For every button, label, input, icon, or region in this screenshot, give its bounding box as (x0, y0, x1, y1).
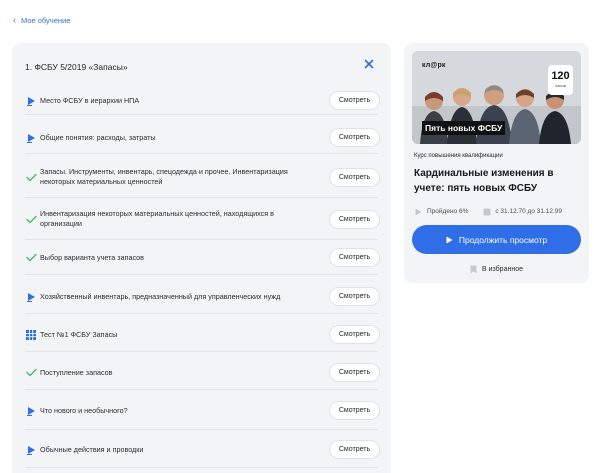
cover-brand-logo: кл@рк (422, 62, 446, 69)
progress-play-icon (414, 207, 423, 216)
lesson-title: Обычные действия и проводки (40, 444, 144, 454)
chevron-left-icon: ‹ (13, 15, 16, 25)
watch-button[interactable]: Смотреть (329, 401, 380, 420)
lesson-title: Выбор варианта учета запасов (40, 252, 144, 262)
cover-hours-unit: часов (555, 83, 566, 88)
divider (25, 274, 378, 275)
bookmark-icon (470, 265, 477, 274)
watch-button[interactable]: Смотреть (329, 248, 380, 267)
divider (25, 239, 378, 240)
lesson-title: Хозяйственный инвентарь, предназначенный… (40, 291, 281, 301)
lesson-title: Инвентаризация некоторых материальных це… (40, 209, 274, 228)
add-to-favorites-button[interactable]: В избранное (412, 265, 581, 274)
divider (25, 153, 378, 154)
watch-button[interactable]: Смотреть (329, 167, 380, 187)
test-grid-icon (25, 329, 37, 341)
play-icon (446, 236, 453, 243)
close-icon[interactable] (362, 57, 376, 71)
lesson-row: Тест №1 ФСБУ Запасы Смотреть (25, 325, 380, 344)
lesson-title: Место ФСБУ в иерархии НПА (40, 95, 140, 105)
course-period: с 31.12.70 до 31.12.99 (495, 208, 563, 215)
lesson-row: Общие понятия: расходы, затраты Смотреть (25, 128, 380, 147)
divider (25, 197, 378, 198)
video-play-icon (25, 132, 37, 144)
checkmark-icon (25, 367, 37, 379)
watch-button[interactable]: Смотреть (329, 128, 380, 147)
lesson-title: Что нового и необычного? (40, 405, 128, 415)
back-link-label: Мое обучение (21, 16, 71, 25)
watch-button[interactable]: Смотреть (329, 440, 380, 459)
lesson-row: Что нового и необычного? Смотреть (25, 401, 380, 420)
lesson-title: Тест №1 ФСБУ Запасы (40, 329, 118, 339)
lesson-row: Запасы. Инструменты, инвентарь, спецодеж… (25, 167, 380, 187)
checkmark-icon (25, 171, 37, 183)
divider (25, 313, 378, 314)
video-play-icon (25, 291, 37, 303)
watch-button[interactable]: Смотреть (329, 91, 380, 110)
lesson-row: Хозяйственный инвентарь, предназначенный… (25, 287, 380, 306)
back-link-my-learning[interactable]: ‹ Мое обучение (13, 15, 71, 26)
lesson-row: Место ФСБУ в иерархии НПА Смотреть (25, 91, 380, 110)
module-header: 1. ФСБУ 5/2019 «Запасы» (12, 43, 391, 87)
checkmark-icon (25, 252, 37, 264)
lesson-row: Выбор варианта учета запасов Смотреть (25, 248, 380, 267)
divider (25, 429, 378, 430)
lesson-row: Обычные действия и проводки Смотреть (25, 440, 380, 459)
progress-text: Пройдено 6% (427, 208, 469, 215)
course-card: кл@рк 120 часов Пять новых ФСБУ Курс пов… (404, 43, 589, 283)
watch-button[interactable]: Смотреть (329, 287, 380, 306)
divider (25, 467, 378, 468)
calendar-flag-icon (482, 207, 491, 216)
divider (25, 389, 378, 390)
video-play-icon (25, 95, 37, 107)
favorite-label: В избранное (482, 266, 523, 273)
checkmark-icon (25, 213, 37, 225)
lesson-row: Инвентаризация некоторых материальных це… (25, 209, 380, 229)
lesson-title: Поступление запасов (40, 367, 113, 377)
cover-hours-badge: 120 часов (548, 65, 573, 95)
lesson-title: Общие понятия: расходы, затраты (40, 132, 156, 142)
module-title: 1. ФСБУ 5/2019 «Запасы» (25, 62, 128, 72)
lesson-title: Запасы. Инструменты, инвентарь, спецодеж… (40, 167, 288, 186)
lesson-row: Поступление запасов Смотреть (25, 363, 380, 382)
cover-hours-number: 120 (551, 70, 570, 82)
continue-watching-label: Продолжить просмотр (458, 234, 548, 245)
watch-button[interactable]: Смотреть (329, 325, 380, 344)
watch-button[interactable]: Смотреть (329, 363, 380, 382)
course-cover-image[interactable]: кл@рк 120 часов Пять новых ФСБУ (412, 51, 581, 144)
divider (25, 351, 378, 352)
video-play-icon (25, 444, 37, 456)
course-name[interactable]: Кардинальные изменения в учете: пять нов… (414, 166, 582, 196)
cover-title: Пять новых ФСБУ (422, 121, 506, 135)
continue-watching-button[interactable]: Продолжить просмотр (412, 225, 581, 254)
video-play-icon (25, 405, 37, 417)
course-type-label: Курс повышения квалификации (414, 153, 503, 159)
watch-button[interactable]: Смотреть (329, 209, 380, 229)
module-panel: 1. ФСБУ 5/2019 «Запасы» Место ФСБУ в иер… (12, 43, 391, 473)
divider (25, 114, 378, 115)
course-meta: Пройдено 6% с 31.12.70 до 31.12.99 (414, 207, 562, 216)
